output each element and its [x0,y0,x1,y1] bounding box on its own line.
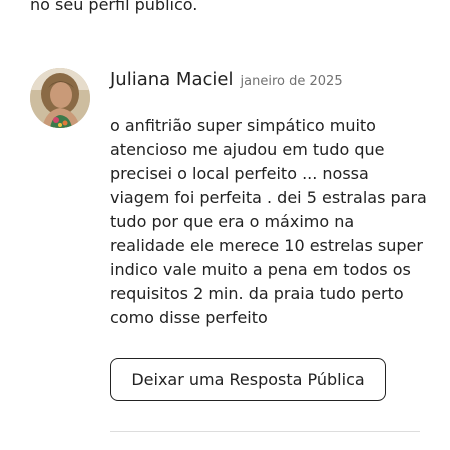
review-date: janeiro de 2025 [240,74,343,89]
divider [110,431,420,432]
reviewer-avatar[interactable] [30,68,90,128]
review-header: Juliana Maciel janeiro de 2025 [110,69,343,90]
intro-trailing-text: no seu perfil público. [30,0,198,14]
reviewer-name[interactable]: Juliana Maciel [110,69,233,90]
leave-public-response-button[interactable]: Deixar uma Resposta Pública [110,358,386,401]
avatar-photo-icon [30,68,90,128]
review-text: o anfitrião super simpático muito atenci… [110,116,427,327]
